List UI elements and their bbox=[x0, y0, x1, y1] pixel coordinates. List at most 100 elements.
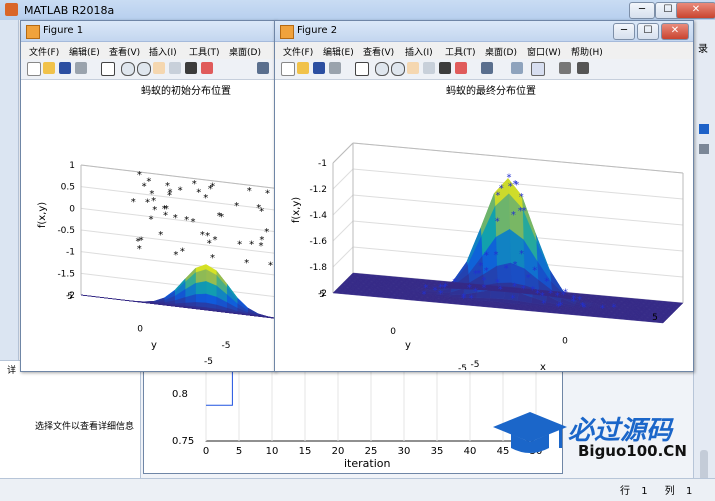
close-panel-icon[interactable] bbox=[699, 124, 709, 134]
xtick-label: 15 bbox=[299, 446, 312, 457]
rotate-icon[interactable] bbox=[423, 62, 435, 74]
ant-marker: * bbox=[611, 303, 616, 314]
colorbar-icon[interactable] bbox=[511, 62, 523, 74]
fig2-maximize-button[interactable]: ☐ bbox=[637, 23, 659, 40]
zaxis-label: f(x,y) bbox=[37, 202, 48, 228]
xtick-label: -5 bbox=[471, 360, 480, 370]
pan-icon[interactable] bbox=[153, 62, 165, 74]
ant-marker: * bbox=[484, 251, 489, 262]
ant-marker: * bbox=[498, 284, 503, 295]
ant-marker: * bbox=[495, 217, 500, 228]
brush-icon[interactable] bbox=[455, 62, 467, 74]
figure-1-window[interactable]: Figure 1 文件(F) 编辑(E) 查看(V) 插入(I) 工具(T) 桌… bbox=[20, 20, 332, 372]
ant-marker: * bbox=[217, 211, 222, 222]
zaxis-label: f(x,y) bbox=[291, 197, 302, 223]
ytick-label: 0.8 bbox=[172, 389, 188, 400]
link-icon[interactable] bbox=[481, 62, 493, 74]
ant-marker: * bbox=[158, 230, 163, 241]
panel-menu-icon[interactable] bbox=[699, 144, 709, 154]
grid-line bbox=[332, 168, 354, 190]
ant-marker: * bbox=[173, 250, 178, 261]
xtick-label: 35 bbox=[431, 446, 444, 457]
ant-marker: * bbox=[499, 183, 504, 194]
ant-marker: * bbox=[512, 282, 517, 293]
print-icon[interactable] bbox=[75, 62, 87, 74]
save-icon[interactable] bbox=[59, 62, 71, 74]
pointer-icon[interactable] bbox=[355, 62, 369, 76]
menu-insert[interactable]: 插入(I) bbox=[405, 45, 433, 58]
open-file-icon[interactable] bbox=[297, 62, 309, 74]
zoom-in-icon[interactable] bbox=[121, 62, 135, 76]
ant-marker: * bbox=[192, 179, 197, 190]
menu-view[interactable]: 查看(V) bbox=[109, 45, 140, 58]
menu-desktop[interactable]: 桌面(D) bbox=[229, 45, 261, 58]
ant-marker: * bbox=[146, 176, 151, 187]
status-bar bbox=[0, 478, 715, 501]
yaxis-label: y bbox=[405, 340, 411, 351]
ant-marker: * bbox=[268, 260, 273, 271]
menu-view[interactable]: 查看(V) bbox=[363, 45, 394, 58]
ant-marker: * bbox=[467, 283, 472, 294]
datatip-icon[interactable] bbox=[439, 62, 451, 74]
ztick-label: -1.4 bbox=[309, 211, 327, 221]
close-button[interactable]: ✕ bbox=[676, 2, 715, 19]
datatip-icon[interactable] bbox=[185, 62, 197, 74]
grid-line bbox=[332, 194, 354, 216]
main-title-bar: MATLAB R2018a ─ ☐ ✕ bbox=[0, 0, 715, 21]
ant-marker: * bbox=[571, 297, 576, 308]
figure-2-window[interactable]: Figure 2 ─ ☐ ✕ 文件(F) 编辑(E) 查看(V) 插入(I) 工… bbox=[274, 20, 694, 374]
ant-marker: * bbox=[247, 186, 252, 197]
minimize-button[interactable]: ─ bbox=[629, 2, 655, 19]
zoom-in-icon[interactable] bbox=[375, 62, 389, 76]
ant-marker: * bbox=[131, 197, 136, 208]
xtick-label: 20 bbox=[332, 446, 345, 457]
menu-tools[interactable]: 工具(T) bbox=[189, 45, 220, 58]
figure-1-plot-area: 蚂蚁的初始分布位置 1 0.5 0 -0.5 -1 -1.5 -2 * * * * * * * * * * * * * *… bbox=[21, 80, 332, 371]
ant-marker: * bbox=[478, 261, 483, 272]
plot-title: 蚂蚁的初始分布位置 bbox=[141, 84, 231, 97]
fig2-close-button[interactable]: ✕ bbox=[661, 23, 689, 40]
link-icon[interactable] bbox=[257, 62, 269, 74]
menu-help[interactable]: 帮助(H) bbox=[571, 45, 603, 58]
brush-icon[interactable] bbox=[201, 62, 213, 74]
open-file-icon[interactable] bbox=[43, 62, 55, 74]
ant-marker: * bbox=[504, 264, 509, 275]
ant-marker: * bbox=[510, 294, 515, 305]
menu-window[interactable]: 窗口(W) bbox=[527, 45, 561, 58]
print-icon[interactable] bbox=[329, 62, 341, 74]
col-label: 列 bbox=[664, 486, 675, 497]
dock-icon[interactable] bbox=[577, 62, 589, 74]
yaxis-label: y bbox=[151, 340, 157, 351]
ztick-label: -0.5 bbox=[57, 226, 75, 236]
menu-file[interactable]: 文件(F) bbox=[29, 45, 59, 58]
figure-2-plot-area: 蚂蚁的最终分布位置 -1 -1.2 -1.4 -1.6 -1.8 -2 * * * * * * * * * * *… bbox=[275, 80, 693, 374]
menu-tools[interactable]: 工具(T) bbox=[445, 45, 476, 58]
menu-desktop[interactable]: 桌面(D) bbox=[485, 45, 517, 58]
fig2-minimize-button[interactable]: ─ bbox=[613, 23, 635, 40]
ztick-label: 0 bbox=[69, 204, 75, 214]
menu-file[interactable]: 文件(F) bbox=[283, 45, 313, 58]
new-figure-icon[interactable] bbox=[27, 62, 41, 76]
menu-edit[interactable]: 编辑(E) bbox=[69, 45, 100, 58]
ant-marker: * bbox=[145, 197, 150, 208]
ant-marker: * bbox=[237, 239, 242, 250]
pan-icon[interactable] bbox=[407, 62, 419, 74]
zoom-out-icon[interactable] bbox=[391, 62, 405, 76]
menu-edit[interactable]: 编辑(E) bbox=[323, 45, 354, 58]
ztick-label: -1.8 bbox=[309, 263, 327, 273]
menu-insert[interactable]: 插入(I) bbox=[149, 45, 177, 58]
figure-1-menubar: 文件(F) 编辑(E) 查看(V) 插入(I) 工具(T) 桌面(D) bbox=[21, 42, 275, 59]
window-title: MATLAB R2018a bbox=[24, 4, 115, 17]
hide-tools-icon[interactable] bbox=[559, 62, 571, 74]
axis-edge bbox=[332, 142, 354, 164]
zoom-out-icon[interactable] bbox=[137, 62, 151, 76]
ant-marker: * bbox=[234, 201, 239, 212]
pointer-icon[interactable] bbox=[101, 62, 115, 76]
details-tab-label: 详 bbox=[7, 366, 17, 376]
legend-icon[interactable] bbox=[531, 62, 545, 76]
new-figure-icon[interactable] bbox=[281, 62, 295, 76]
rotate-icon[interactable] bbox=[169, 62, 181, 74]
ant-marker: * bbox=[205, 231, 210, 242]
save-icon[interactable] bbox=[313, 62, 325, 74]
ant-marker: * bbox=[513, 179, 518, 190]
